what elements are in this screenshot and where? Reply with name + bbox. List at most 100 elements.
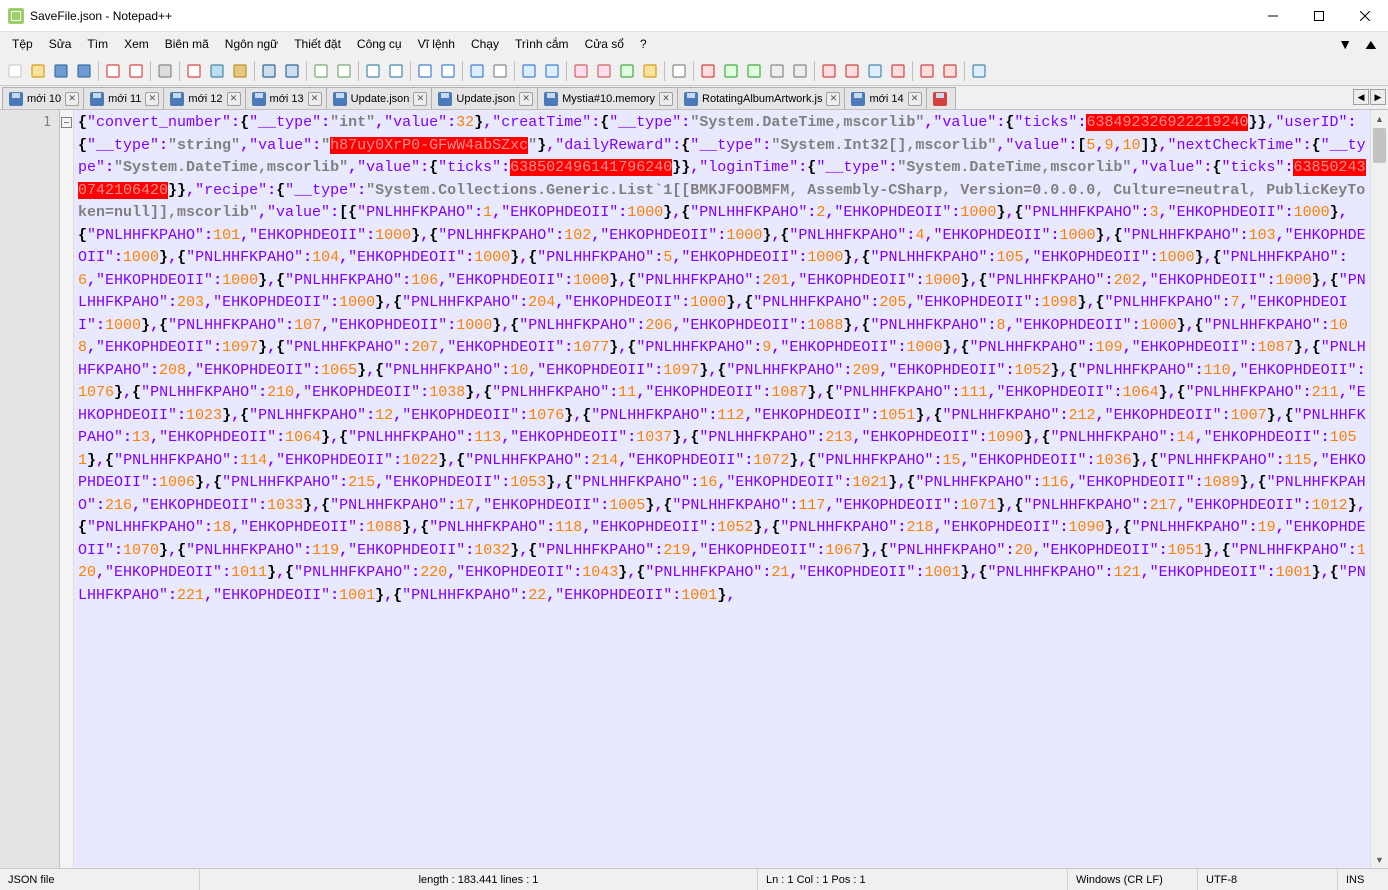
menu-settings[interactable]: Thiết đặt xyxy=(286,35,349,53)
close-button[interactable] xyxy=(1342,0,1388,32)
wordwrap-icon[interactable] xyxy=(466,60,488,82)
tab[interactable]: mới 12✕ xyxy=(163,87,245,109)
copy-icon[interactable] xyxy=(206,60,228,82)
tab-close-icon[interactable]: ✕ xyxy=(519,92,533,106)
menu-run[interactable]: Chạy xyxy=(463,35,507,53)
unfold-all-icon[interactable]: ▲ xyxy=(1354,36,1388,52)
tab-close-icon[interactable]: ✕ xyxy=(659,92,673,106)
menu-macro[interactable]: Vĩ lệnh xyxy=(410,35,463,53)
tab[interactable]: mới 10✕ xyxy=(2,87,84,109)
tab[interactable]: mới 14 ✕ xyxy=(844,87,926,109)
tab-save-icon xyxy=(333,92,347,106)
tab-label: Mystia#10.memory xyxy=(562,93,655,105)
tab-label: Update.json xyxy=(351,93,410,105)
tab-scroll-right[interactable]: ▶ xyxy=(1370,89,1386,105)
cut-icon[interactable] xyxy=(183,60,205,82)
tab-save-icon xyxy=(851,92,865,106)
open-file-icon[interactable] xyxy=(27,60,49,82)
play-icon[interactable] xyxy=(720,60,742,82)
save-icon[interactable] xyxy=(50,60,72,82)
doc-list-icon[interactable] xyxy=(593,60,615,82)
outdent-icon[interactable] xyxy=(541,60,563,82)
tab-close-icon[interactable]: ✕ xyxy=(65,92,79,106)
menu-tools[interactable]: Công cụ xyxy=(349,35,410,53)
menu-file[interactable]: Tệp xyxy=(4,35,41,53)
save-all-icon[interactable] xyxy=(73,60,95,82)
col2-icon[interactable] xyxy=(841,60,863,82)
tab-label: mới 13 xyxy=(270,93,304,105)
menu-bar: Tệp Sửa Tìm Xem Biên mã Ngôn ngữ Thiết đ… xyxy=(0,32,1388,56)
tab-close-icon[interactable]: ✕ xyxy=(227,92,241,106)
print-icon[interactable] xyxy=(154,60,176,82)
col4-icon[interactable] xyxy=(887,60,909,82)
fold-toggle-icon[interactable] xyxy=(61,117,72,128)
menu-view[interactable]: Xem xyxy=(116,35,157,53)
close-all-icon[interactable] xyxy=(125,60,147,82)
tab[interactable]: mới 11✕ xyxy=(83,87,164,109)
tab-bar: mới 10✕mới 11✕mới 12✕mới 13✕Update.json✕… xyxy=(0,86,1388,110)
tab[interactable] xyxy=(926,87,956,109)
undo-icon[interactable] xyxy=(258,60,280,82)
tab-close-icon[interactable]: ✕ xyxy=(908,92,922,106)
menu-language[interactable]: Ngôn ngữ xyxy=(217,35,286,53)
zoom-in-icon[interactable] xyxy=(362,60,384,82)
col3-icon[interactable] xyxy=(864,60,886,82)
status-mode: INS xyxy=(1338,869,1388,890)
sort-asc-icon[interactable] xyxy=(916,60,938,82)
play-multi-icon[interactable] xyxy=(743,60,765,82)
tab[interactable]: Update.json✕ xyxy=(431,87,538,109)
extra-icon[interactable] xyxy=(968,60,990,82)
col1-icon[interactable] xyxy=(818,60,840,82)
tab-close-icon[interactable]: ✕ xyxy=(308,92,322,106)
func-list-icon[interactable] xyxy=(616,60,638,82)
stop-icon[interactable] xyxy=(766,60,788,82)
find-icon[interactable] xyxy=(310,60,332,82)
window-title: SaveFile.json - Notepad++ xyxy=(30,9,172,23)
status-length: length : 183.441 lines : 1 xyxy=(200,869,758,890)
tab[interactable]: Update.json✕ xyxy=(326,87,433,109)
tab-close-icon[interactable]: ✕ xyxy=(826,92,840,106)
vertical-scrollbar[interactable]: ▲ ▼ xyxy=(1370,110,1388,868)
status-type: JSON file xyxy=(0,869,200,890)
menu-plugins[interactable]: Trình cắm xyxy=(507,35,577,53)
fold-column[interactable] xyxy=(60,110,74,868)
menu-search[interactable]: Tìm xyxy=(79,35,116,53)
close-icon[interactable] xyxy=(102,60,124,82)
record-icon[interactable] xyxy=(697,60,719,82)
minimize-button[interactable] xyxy=(1250,0,1296,32)
show-chars-icon[interactable] xyxy=(489,60,511,82)
save-macro-icon[interactable] xyxy=(789,60,811,82)
maximize-button[interactable] xyxy=(1296,0,1342,32)
doc-map-icon[interactable] xyxy=(570,60,592,82)
tab[interactable]: mới 13 ✕ xyxy=(245,87,327,109)
code-area[interactable]: {"convert_number":{"__type":"int","value… xyxy=(74,110,1370,868)
sort-desc-icon[interactable] xyxy=(939,60,961,82)
app-icon xyxy=(8,8,24,24)
folder-icon[interactable] xyxy=(639,60,661,82)
scroll-thumb[interactable] xyxy=(1373,128,1386,163)
menu-edit[interactable]: Sửa xyxy=(41,35,80,53)
paste-icon[interactable] xyxy=(229,60,251,82)
replace-icon[interactable] xyxy=(333,60,355,82)
tab-scroll-left[interactable]: ◀ xyxy=(1353,89,1369,105)
new-file-icon[interactable] xyxy=(4,60,26,82)
status-position: Ln : 1 Col : 1 Pos : 1 xyxy=(758,869,1068,890)
menu-window[interactable]: Cửa sổ xyxy=(577,35,632,53)
zoom-out-icon[interactable] xyxy=(385,60,407,82)
scroll-up-icon[interactable]: ▲ xyxy=(1371,110,1388,127)
sync-h-icon[interactable] xyxy=(437,60,459,82)
tab-label: mới 14 xyxy=(869,93,903,105)
menu-help[interactable]: ? xyxy=(632,35,655,53)
tab-close-icon[interactable]: ✕ xyxy=(413,92,427,106)
tab-close-icon[interactable]: ✕ xyxy=(145,92,159,106)
redo-icon[interactable] xyxy=(281,60,303,82)
toolbar xyxy=(0,56,1388,86)
scroll-down-icon[interactable]: ▼ xyxy=(1371,851,1388,868)
tab-label: RotatingAlbumArtwork.js xyxy=(702,93,822,105)
menu-encoding[interactable]: Biên mã xyxy=(157,35,217,53)
tab[interactable]: Mystia#10.memory ✕ xyxy=(537,87,678,109)
monitor-icon[interactable] xyxy=(668,60,690,82)
indent-icon[interactable] xyxy=(518,60,540,82)
tab[interactable]: RotatingAlbumArtwork.js ✕ xyxy=(677,87,845,109)
sync-v-icon[interactable] xyxy=(414,60,436,82)
